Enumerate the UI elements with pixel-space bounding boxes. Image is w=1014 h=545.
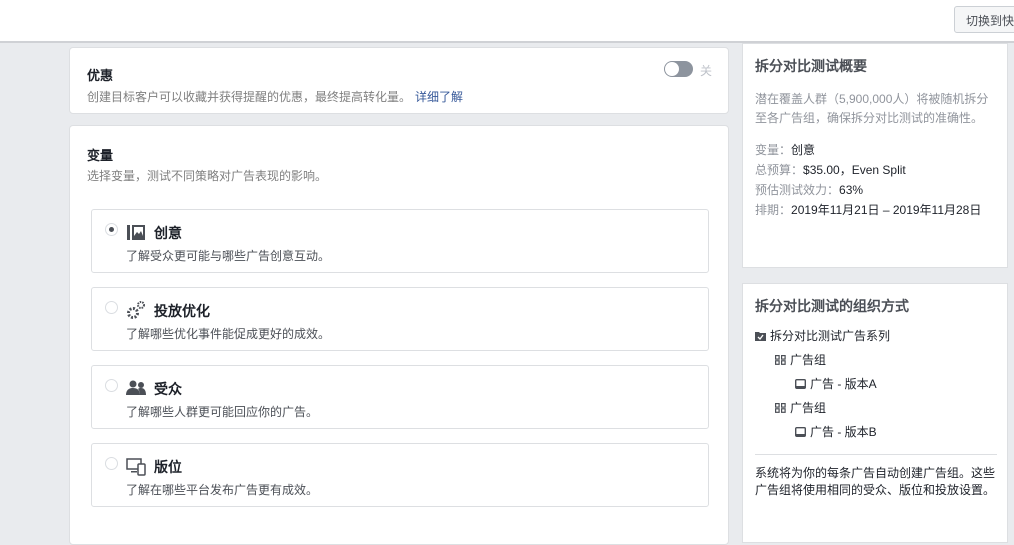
toggle-label: 关 [700, 64, 713, 78]
learn-more-link[interactable]: 详细了解 [415, 90, 463, 104]
ad-item: 广告 - 版本B [743, 420, 1007, 444]
option-description: 了解在哪些平台发布广告更有成效。 [126, 483, 319, 497]
offer-card: 优惠 创建目标客户可以收藏并获得提醒的优惠，最终提高转化量。 详细了解 关 [69, 47, 729, 114]
ad-icon [795, 379, 806, 389]
option-description: 了解哪些人群更可能回应你的广告。 [126, 405, 319, 419]
adset-item: 广告组 [743, 348, 1007, 372]
gears-icon [127, 301, 145, 319]
image-icon [127, 225, 145, 240]
option-placement[interactable]: 版位 了解在哪些平台发布广告更有成效。 [91, 443, 709, 507]
radio-placement[interactable] [105, 457, 118, 470]
option-label: 版位 [154, 459, 182, 475]
summary-variable: 变量：创意 [755, 143, 816, 157]
offer-description: 创建目标客户可以收藏并获得提醒的优惠，最终提高转化量。 [87, 90, 412, 104]
variable-description: 选择变量，测试不同策略对广告表现的影响。 [87, 169, 328, 183]
summary-schedule: 排期：2019年11月21日 – 2019年11月28日 [755, 203, 982, 217]
ad-icon [795, 427, 806, 437]
structure-note: 系统将为你的每条广告自动创建广告组。这些广告组将使用相同的受众、版位和投放设置。 [755, 466, 996, 497]
option-creative[interactable]: 创意 了解受众更可能与哪些广告创意互动。 [91, 209, 709, 273]
radio-audience[interactable] [105, 379, 118, 392]
devices-icon [126, 458, 146, 476]
radio-delivery-optimization[interactable] [105, 301, 118, 314]
ad-item: 广告 - 版本A [743, 372, 1007, 396]
split-test-summary-card: 拆分对比测试概要 潜在覆盖人群（5,900,000人）将被随机拆分至各广告组，确… [742, 43, 1008, 268]
summary-power: 预估测试效力：63% [755, 183, 864, 197]
summary-budget: 总预算：$35.00，Even Split [755, 163, 906, 177]
split-test-structure-card: 拆分对比测试的组织方式 拆分对比测试广告系列 广告组 广告 - 版本A 广告组 … [742, 283, 1008, 543]
option-label: 投放优化 [154, 303, 210, 319]
option-description: 了解哪些优化事件能促成更好的成效。 [126, 327, 331, 341]
radio-creative[interactable] [105, 223, 118, 236]
summary-title: 拆分对比测试概要 [755, 58, 867, 74]
option-description: 了解受众更可能与哪些广告创意互动。 [126, 249, 331, 263]
variable-title: 变量 [87, 148, 114, 163]
variable-card: 变量 选择变量，测试不同策略对广告表现的影响。 创意 了解受众更可能与哪些广告创… [69, 125, 729, 545]
divider [755, 454, 997, 455]
summary-description: 潜在覆盖人群（5,900,000人）将被随机拆分至各广告组，确保拆分对比测试的准… [755, 92, 989, 125]
campaign-folder-icon [755, 332, 766, 341]
adset-item: 广告组 [743, 396, 1007, 420]
structure-title: 拆分对比测试的组织方式 [755, 298, 909, 314]
top-bar: 切换到快 [0, 0, 1014, 43]
option-delivery-optimization[interactable]: 投放优化 了解哪些优化事件能促成更好的成效。 [91, 287, 709, 351]
adset-grid-icon [775, 355, 786, 365]
adset-grid-icon [775, 403, 786, 413]
campaign-item: 拆分对比测试广告系列 [743, 324, 1007, 348]
people-icon [126, 380, 146, 395]
offer-toggle[interactable] [664, 61, 693, 77]
option-audience[interactable]: 受众 了解哪些人群更可能回应你的广告。 [91, 365, 709, 429]
option-label: 创意 [154, 225, 182, 241]
offer-title: 优惠 [87, 68, 114, 83]
switch-mode-button[interactable]: 切换到快 [954, 6, 1014, 33]
option-label: 受众 [154, 381, 182, 397]
